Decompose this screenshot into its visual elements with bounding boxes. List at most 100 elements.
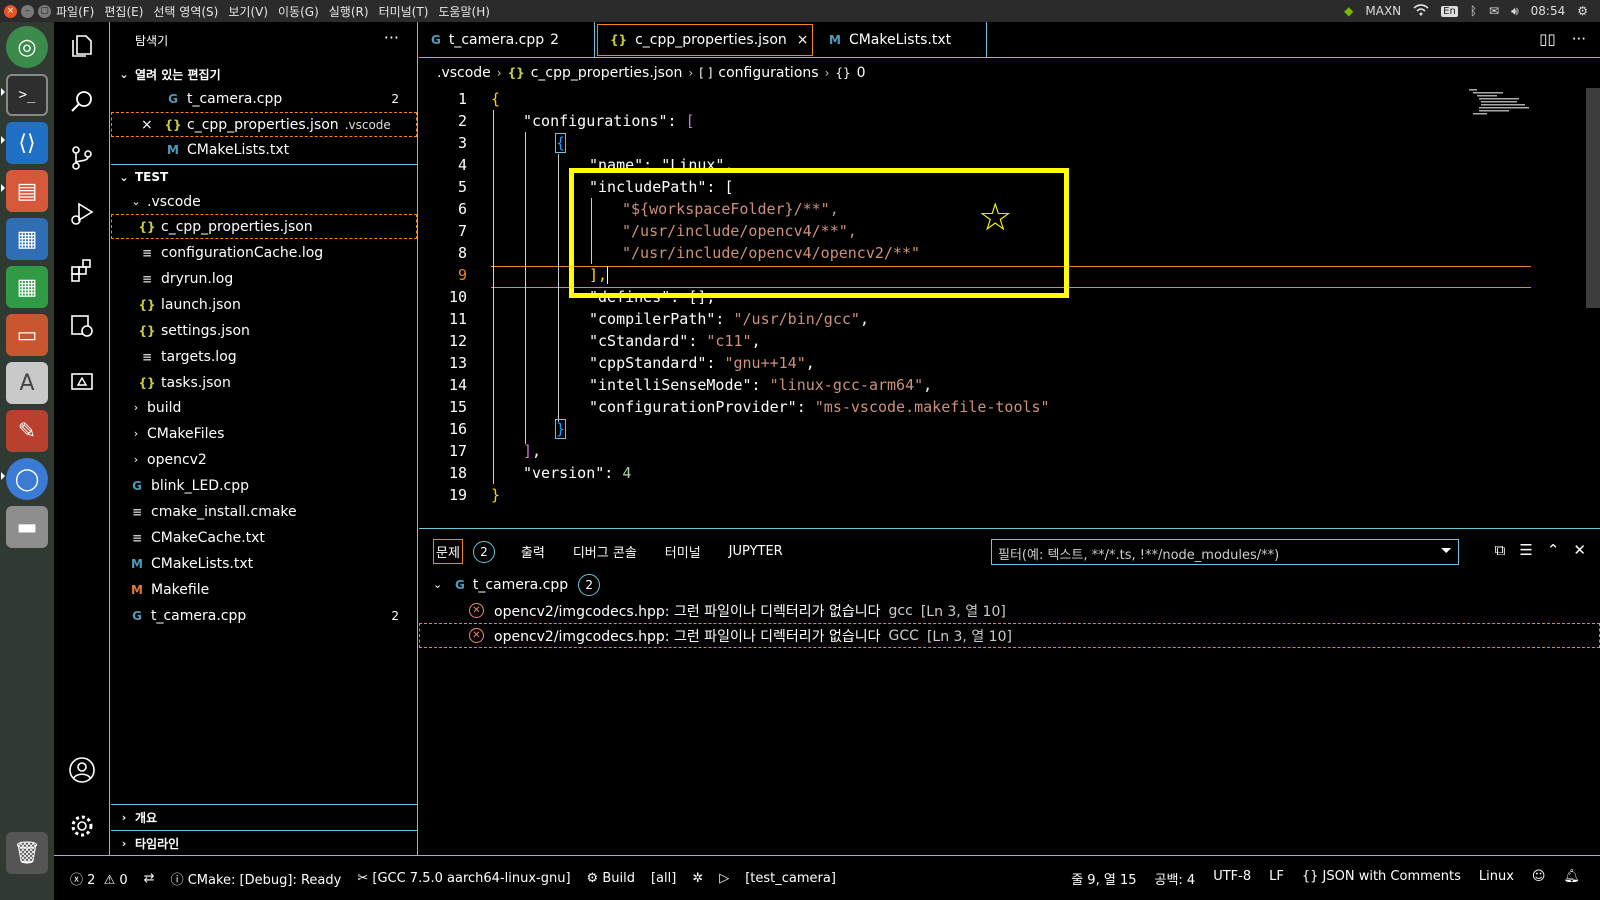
- tree-file[interactable]: ≡ dryrun.log: [111, 266, 417, 291]
- view-as-tree-icon[interactable]: ☰: [1519, 541, 1532, 559]
- timeline-section[interactable]: › 타임라인: [111, 830, 417, 855]
- cursor-position[interactable]: 줄 9, 열 15: [1071, 869, 1136, 888]
- code-editor[interactable]: 1 2 3 4 5 6 7 8 9 10 11 12 13 14 15 16 1…: [419, 88, 1600, 528]
- close-icon[interactable]: ×: [141, 117, 155, 133]
- ubuntu-home-icon[interactable]: ◎: [6, 26, 48, 68]
- folder-build[interactable]: › build: [111, 395, 417, 420]
- tree-file[interactable]: M CMakeLists.txt: [111, 551, 417, 576]
- tab-problems[interactable]: 문제: [433, 539, 463, 564]
- cpp-configuration[interactable]: Linux: [1479, 869, 1514, 888]
- terminal-icon[interactable]: >_: [6, 74, 48, 116]
- menu-file[interactable]: 파일(F): [56, 3, 94, 20]
- indentation[interactable]: 공백: 4: [1154, 869, 1195, 888]
- open-editor-item[interactable]: G t_camera.cpp 2: [111, 86, 417, 111]
- trash-icon[interactable]: 🗑︎: [6, 832, 48, 874]
- menu-view[interactable]: 보기(V): [228, 3, 268, 20]
- tab-terminal[interactable]: 터미널: [663, 540, 703, 563]
- problem-row[interactable]: ✕ opencv2/imgcodecs.hpp: 그런 파일이나 디렉터리가 없…: [419, 598, 1600, 623]
- breadcrumb-file[interactable]: c_cpp_properties.json: [531, 65, 683, 81]
- folder-opencv2[interactable]: › opencv2: [111, 447, 417, 472]
- source-control-icon[interactable]: [64, 140, 100, 176]
- impress-icon[interactable]: ▭: [6, 314, 48, 356]
- tab-jupyter[interactable]: JUPYTER: [727, 542, 785, 561]
- tree-file[interactable]: ≡ targets.log: [111, 344, 417, 369]
- encoding[interactable]: UTF-8: [1213, 869, 1251, 888]
- feedback-icon[interactable]: ☺: [1532, 869, 1546, 888]
- close-window-button[interactable]: ×: [4, 4, 17, 18]
- cmake-status[interactable]: ⓘ CMake: [Debug]: Ready: [171, 869, 342, 888]
- problems-status[interactable]: ⓧ 2 ⚠ 0: [70, 869, 128, 888]
- menu-edit[interactable]: 편집(E): [104, 3, 143, 20]
- power-mode-label[interactable]: MAXN: [1365, 4, 1401, 18]
- tree-file[interactable]: ≡ CMakeCache.txt: [111, 525, 417, 550]
- problems-filter-input[interactable]: 필터(예: 텍스트, **/*.ts, !**/node_modules/**)…: [991, 539, 1459, 565]
- tree-file[interactable]: ≡ configurationCache.log: [111, 240, 417, 265]
- cmake-kit[interactable]: ✂ [GCC 7.5.0 aarch64-linux-gnu]: [357, 871, 570, 886]
- tab-output[interactable]: 출력: [519, 540, 547, 563]
- build-target[interactable]: [all]: [651, 871, 676, 886]
- folder-vscode[interactable]: ⌄ .vscode: [111, 189, 417, 214]
- tab-t-camera[interactable]: G t_camera.cpp 2: [419, 22, 595, 58]
- breadcrumb-symbol[interactable]: configurations: [718, 65, 818, 81]
- open-editor-item[interactable]: M CMakeLists.txt: [111, 137, 417, 162]
- launch-target[interactable]: [test_camera]: [745, 871, 836, 886]
- remote-explorer-icon[interactable]: [64, 364, 100, 400]
- maximize-panel-icon[interactable]: ⌃: [1547, 541, 1560, 559]
- clock[interactable]: 08:54: [1531, 4, 1566, 18]
- explorer-icon[interactable]: [64, 28, 100, 64]
- vscode-icon[interactable]: ⟨⟩: [6, 122, 48, 164]
- accounts-icon[interactable]: [64, 752, 100, 788]
- remote-icon[interactable]: ⇄: [144, 871, 155, 886]
- menu-help[interactable]: 도움말(H): [438, 3, 490, 20]
- menu-go[interactable]: 이동(G): [278, 3, 319, 20]
- close-tab-icon[interactable]: ×: [797, 32, 809, 48]
- tree-file[interactable]: {} settings.json: [111, 318, 417, 343]
- manage-gear-icon[interactable]: [64, 808, 100, 844]
- problem-file-row[interactable]: ⌄ G t_camera.cpp 2: [419, 572, 1600, 597]
- problem-row-selected[interactable]: ✕ opencv2/imgcodecs.hpp: 그런 파일이나 디렉터리가 없…: [419, 623, 1600, 648]
- close-panel-icon[interactable]: ✕: [1573, 541, 1586, 559]
- software-center-icon[interactable]: A: [6, 362, 48, 404]
- tree-file[interactable]: ≡ cmake_install.cmake: [111, 499, 417, 524]
- more-actions-icon[interactable]: ···: [1572, 30, 1586, 48]
- minimize-window-button[interactable]: –: [21, 4, 34, 18]
- writer-icon[interactable]: ▦: [6, 218, 48, 260]
- folder-cmakefiles[interactable]: › CMakeFiles: [111, 421, 417, 446]
- chromium-icon[interactable]: ◯: [6, 458, 48, 500]
- bluetooth-icon[interactable]: ᛒ: [1470, 4, 1477, 18]
- calc-icon[interactable]: ▦: [6, 266, 48, 308]
- file-manager-icon[interactable]: ▤: [6, 170, 48, 212]
- minimap[interactable]: [1469, 88, 1565, 118]
- open-editors-section[interactable]: ⌄ 열려 있는 편집기: [111, 62, 417, 87]
- keyboard-language-indicator[interactable]: En: [1441, 5, 1458, 17]
- volume-icon[interactable]: 🔊︎: [1511, 4, 1519, 19]
- notifications-bell-icon[interactable]: 🔔︎: [1563, 869, 1580, 888]
- tree-file[interactable]: {} launch.json: [111, 292, 417, 317]
- line-ending[interactable]: LF: [1269, 869, 1284, 888]
- breadcrumb-symbol[interactable]: 0: [857, 65, 866, 81]
- breadcrumb-folder[interactable]: .vscode: [437, 65, 491, 81]
- more-actions-icon[interactable]: ···: [384, 28, 399, 47]
- nvidia-icon[interactable]: ◆: [1344, 4, 1353, 18]
- tab-debug-console[interactable]: 디버그 콘솔: [571, 540, 639, 563]
- outline-section[interactable]: › 개요: [111, 804, 417, 829]
- tree-file[interactable]: G t_camera.cpp 2: [111, 603, 417, 628]
- tree-file[interactable]: M Makefile: [111, 577, 417, 602]
- search-icon[interactable]: [64, 84, 100, 120]
- system-settings-icon[interactable]: ✎: [6, 410, 48, 452]
- mail-icon[interactable]: ✉: [1489, 4, 1499, 18]
- menu-terminal[interactable]: 터미널(T): [379, 3, 429, 20]
- drive-icon[interactable]: ▬: [6, 506, 48, 548]
- tab-c-cpp-properties[interactable]: {} c_cpp_properties.json ×: [597, 24, 813, 56]
- build-button[interactable]: ⚙ Build: [587, 871, 635, 886]
- tree-file[interactable]: {} c_cpp_properties.json: [111, 214, 417, 239]
- editor-scrollbar[interactable]: [1586, 88, 1600, 308]
- run-debug-icon[interactable]: [64, 196, 100, 232]
- filter-icon[interactable]: ⏷: [1441, 543, 1452, 559]
- menu-selection[interactable]: 선택 영역(S): [153, 3, 218, 20]
- language-mode[interactable]: {} JSON with Comments: [1302, 869, 1461, 888]
- restore-window-button[interactable]: ▢: [38, 4, 51, 18]
- project-section[interactable]: ⌄ TEST: [111, 164, 417, 189]
- tree-file[interactable]: G blink_LED.cpp: [111, 473, 417, 498]
- tree-file[interactable]: {} tasks.json: [111, 370, 417, 395]
